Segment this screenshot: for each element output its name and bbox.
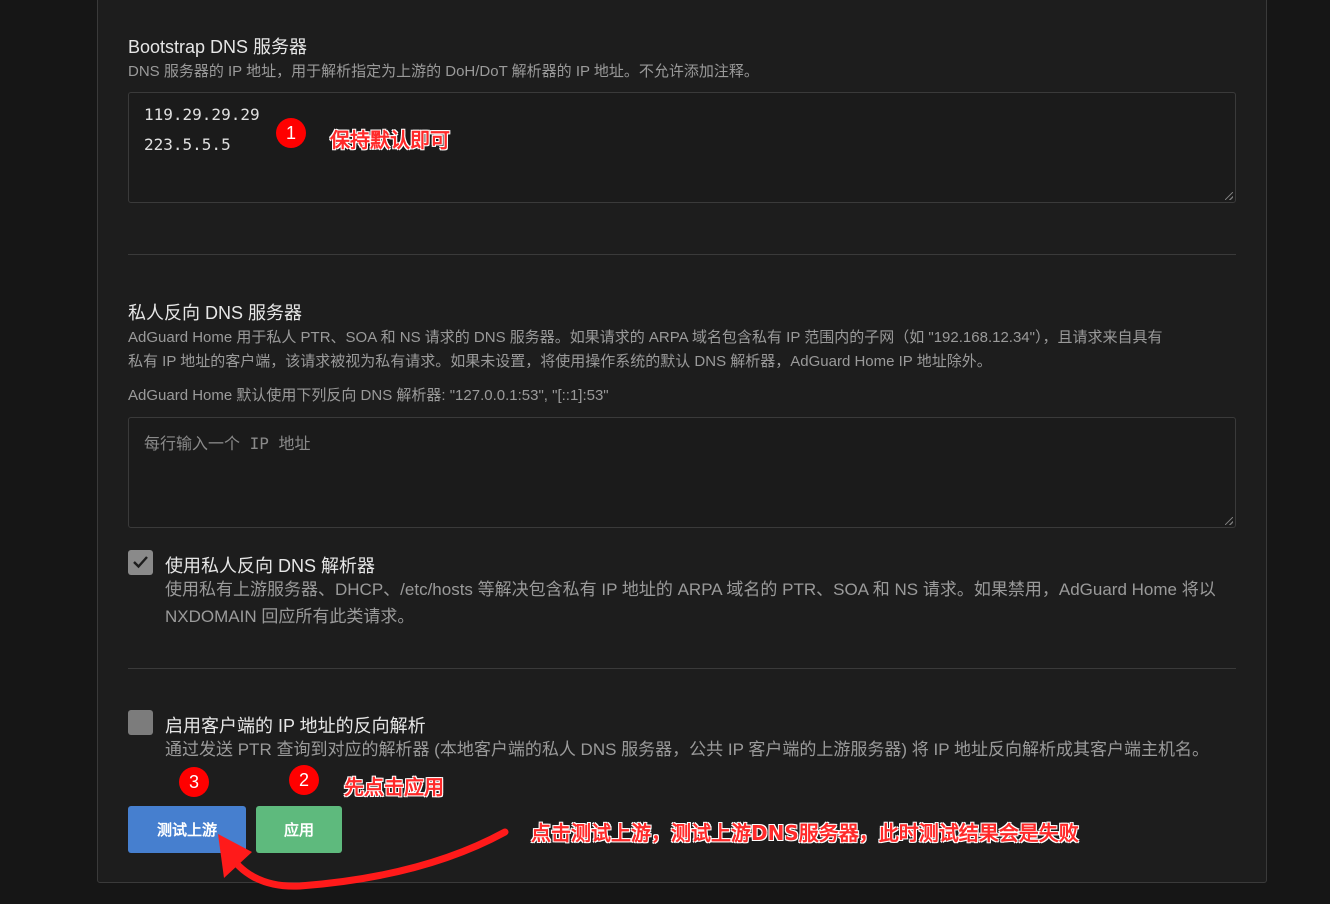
annotation-arrow-icon (218, 828, 509, 890)
